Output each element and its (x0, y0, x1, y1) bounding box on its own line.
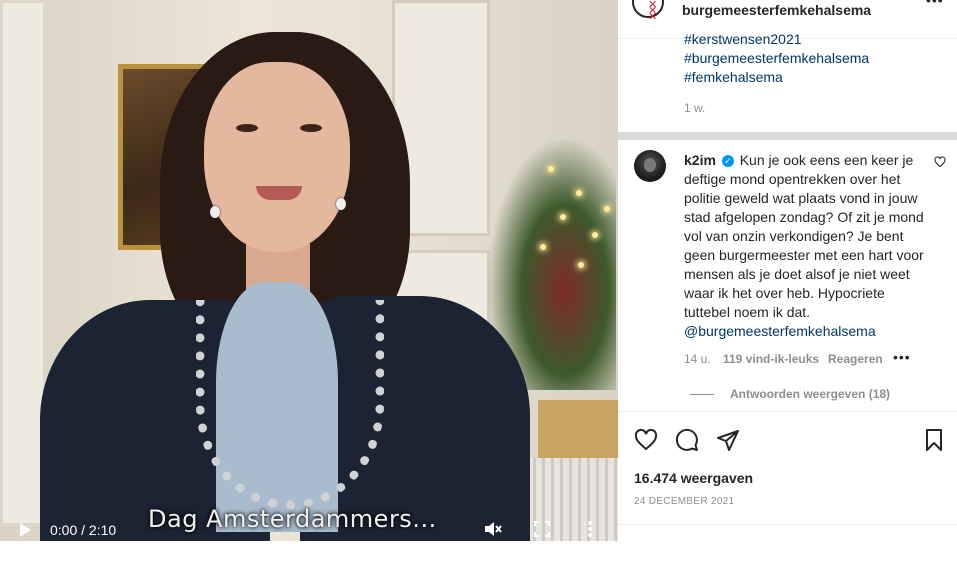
commenter-avatar-face (644, 158, 656, 172)
add-comment-separator (618, 524, 957, 525)
video-player[interactable]: Dag Amsterdammers... 0:00 / 2:10 (0, 0, 618, 541)
earring-left (210, 206, 220, 218)
speaker (0, 0, 618, 541)
section-divider (618, 132, 957, 140)
commenter-username[interactable]: k2im (684, 152, 716, 168)
comment-age[interactable]: 14 u. (684, 352, 711, 366)
post-date[interactable]: 24 DECEMBER 2021 (634, 496, 734, 507)
like-heart-icon[interactable] (634, 428, 658, 452)
mayor-chain (196, 300, 384, 509)
amsterdam-crosses-icon: ✕ ✕ ✕ (648, 0, 658, 23)
reply-button[interactable]: Reageren (828, 352, 883, 366)
fullscreen-icon[interactable] (534, 521, 550, 537)
share-paper-plane-icon[interactable] (716, 428, 740, 452)
comment-mention-link[interactable]: @burgemeesterfemkehalsema (684, 323, 876, 339)
save-bookmark-icon[interactable] (922, 428, 946, 452)
video-subtitle: Dag Amsterdammers... (148, 505, 437, 533)
hashtag-link[interactable]: #kerstwensen2021 (684, 31, 802, 47)
video-time: 0:00 / 2:10 (50, 522, 117, 538)
speaker-face (204, 62, 350, 252)
hashtag-link[interactable]: #burgemeesterfemkehalsema (684, 50, 869, 66)
more-options-icon[interactable]: ••• (926, 0, 944, 8)
view-replies-button[interactable]: Antwoorden weergeven (18) (730, 387, 890, 401)
post-age[interactable]: 1 w. (684, 101, 705, 115)
hashtag-link[interactable]: #femkehalsema (684, 69, 783, 85)
comment-likes[interactable]: 119 vind-ik-leuks (723, 352, 819, 366)
comment-bubble-icon[interactable] (675, 428, 699, 452)
verified-badge-icon: ✓ (721, 155, 734, 167)
comment-text: Kun je ook eens een keer je deftige mond… (684, 152, 924, 320)
replies-line (690, 394, 714, 395)
more-vertical-icon[interactable] (586, 520, 594, 538)
post-side-panel: ✕ ✕ ✕ burgemeesterfemkehalsema ••• #kerstw… (618, 0, 957, 574)
comment-options-icon[interactable]: ••• (893, 349, 911, 365)
speaker-eye-left (236, 124, 258, 132)
play-icon[interactable] (18, 522, 32, 538)
comment-like-icon[interactable] (934, 156, 946, 168)
post-author-username[interactable]: burgemeesterfemkehalsema (682, 2, 871, 18)
speaker-eye-right (300, 124, 322, 132)
mute-icon[interactable] (482, 519, 502, 539)
speaker-mouth (256, 186, 302, 200)
page-bottom-band (0, 541, 618, 574)
earring-right (336, 198, 346, 210)
comment-body: k2im ✓ Kun je ook eens een keer je defti… (684, 151, 924, 341)
view-count[interactable]: 16.474 weergaven (634, 470, 753, 486)
